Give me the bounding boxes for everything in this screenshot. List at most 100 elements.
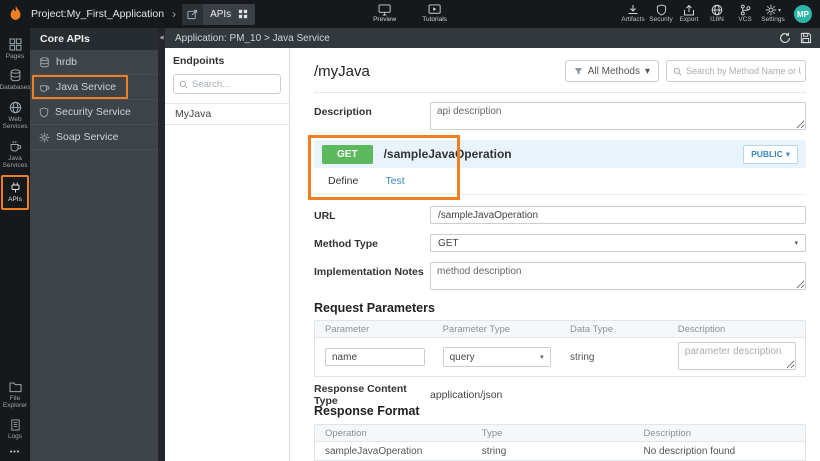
parameter-type-value: query <box>449 351 475 363</box>
user-avatar[interactable]: MP <box>794 5 812 23</box>
request-parameters-table: Parameter Parameter Type Data Type Descr… <box>314 320 806 377</box>
chevron-right-icon: › <box>172 7 177 21</box>
implementation-notes-label: Implementation Notes <box>314 266 424 278</box>
api-description-textarea[interactable]: api description <box>430 102 806 130</box>
preview-button[interactable]: Preview <box>373 4 396 24</box>
document-icon <box>10 419 21 431</box>
core-item-java-service[interactable]: Java Service <box>30 75 158 100</box>
core-apis-panel: Core APIs hrdb Java Service Security Ser… <box>30 28 158 461</box>
project-name[interactable]: Project:My_First_Application <box>31 8 164 20</box>
method-type-label: Method Type <box>314 238 378 250</box>
database-icon <box>9 69 22 82</box>
tab-test[interactable]: Test <box>385 175 404 187</box>
panel-collapse-handle[interactable]: ◀ <box>158 28 165 461</box>
operation-cell: sampleJavaOperation <box>325 445 423 457</box>
search-icon <box>673 67 682 76</box>
more-options-ellipsis-icon[interactable]: ••• <box>10 445 20 459</box>
method-type-select[interactable]: GET ▾ <box>430 234 806 252</box>
breadcrumb: Application: PM_10 > Java Service <box>175 32 330 44</box>
parameter-type-select[interactable]: query ▾ <box>442 347 551 367</box>
settings-button[interactable]: ▾ Settings <box>760 4 786 24</box>
implementation-notes-textarea[interactable]: method description <box>430 262 806 290</box>
export-label: Export <box>679 16 699 24</box>
shield-icon <box>39 106 49 118</box>
sidebar-item-file-explorer[interactable]: File Explorer <box>0 377 30 415</box>
i18n-label: I18N <box>710 16 724 24</box>
core-item-soap-service[interactable]: Soap Service <box>30 125 158 150</box>
response-content-type-label: Response Content Type <box>314 382 407 407</box>
download-tray-icon <box>627 4 639 16</box>
method-search[interactable] <box>666 60 806 82</box>
branch-icon <box>740 4 751 16</box>
endpoints-search-input[interactable] <box>192 78 272 90</box>
header-operation: Operation <box>325 427 367 439</box>
refresh-icon[interactable] <box>779 32 791 44</box>
method-search-input[interactable] <box>686 66 801 76</box>
parameter-description-textarea[interactable] <box>677 341 796 370</box>
settings-label: Settings <box>761 16 785 24</box>
core-item-security-service[interactable]: Security Service <box>30 100 158 125</box>
gear-icon <box>39 132 50 143</box>
header-divider <box>314 92 806 93</box>
core-item-hrdb[interactable]: hrdb <box>30 50 158 75</box>
tutorials-button[interactable]: Tutorials <box>422 4 447 24</box>
sidebar-bottom-group: File Explorer Logs ••• <box>0 377 30 461</box>
endpoint-item-myjava[interactable]: MyJava <box>165 103 289 125</box>
app-logo-flame-icon[interactable] <box>6 4 26 24</box>
type-cell: string <box>481 445 507 457</box>
window-arrow-icon <box>182 3 204 25</box>
sidebar-pages-label: Pages <box>5 53 25 60</box>
save-icon[interactable] <box>800 32 812 44</box>
response-content-type-value: application/json <box>430 388 503 401</box>
caret-down-icon: ▾ <box>540 354 544 361</box>
vcs-label: VCS <box>738 16 752 24</box>
sidebar-item-java-services[interactable]: Java Services <box>0 136 30 175</box>
sidebar-item-apis[interactable]: APIs <box>1 174 29 211</box>
tab-define[interactable]: Define <box>328 175 358 187</box>
table-row: query ▾ string <box>315 338 805 376</box>
description-label: Description <box>314 106 372 118</box>
grid-icon[interactable] <box>238 9 248 19</box>
sidebar-item-pages[interactable]: Pages <box>0 34 30 65</box>
top-bar: Project:My_First_Application › APIs Prev… <box>0 0 820 28</box>
data-type-value: string <box>569 351 595 363</box>
tab-apis[interactable]: APIs <box>182 3 256 25</box>
visibility-dropdown[interactable]: PUBLIC ▾ <box>743 144 798 164</box>
parameter-name-input[interactable] <box>325 348 425 366</box>
sidebar-item-web-services[interactable]: Web Services <box>0 97 30 136</box>
all-methods-filter[interactable]: All Methods ▾ <box>564 60 659 82</box>
api-title: /myJava <box>314 62 370 80</box>
visibility-label: PUBLIC <box>751 149 783 159</box>
artifacts-label: Artifacts <box>621 16 645 24</box>
export-button[interactable]: Export <box>676 4 702 24</box>
response-format-title: Response Format <box>314 404 420 418</box>
core-item-soap-service-label: Soap Service <box>56 131 119 143</box>
table-row: sampleJavaOperation string No descriptio… <box>315 442 805 460</box>
all-methods-label: All Methods <box>587 65 640 77</box>
sidebar-item-logs[interactable]: Logs <box>0 415 30 445</box>
url-input[interactable] <box>430 206 806 224</box>
vcs-button[interactable]: VCS <box>732 4 758 24</box>
settings-caret-icon: ▾ <box>777 7 781 14</box>
api-detail-main: /myJava All Methods ▾ Search by Method N… <box>290 48 820 461</box>
table-header-row: Parameter Parameter Type Data Type Descr… <box>315 321 805 338</box>
search-icon <box>179 80 188 89</box>
sidebar-web-services-label: Web Services <box>2 115 28 131</box>
endpoints-title: Endpoints <box>173 55 225 67</box>
operation-card: GET /sampleJavaOperation PUBLIC ▾ Define… <box>308 135 806 200</box>
i18n-button[interactable]: I18N <box>704 4 730 24</box>
artifacts-button[interactable]: Artifacts <box>620 4 646 24</box>
operation-header: GET /sampleJavaOperation PUBLIC ▾ <box>314 140 806 168</box>
url-label: URL <box>314 210 336 222</box>
funnel-icon <box>574 67 583 76</box>
endpoints-search[interactable] <box>173 74 281 94</box>
caret-down-icon: ▾ <box>644 65 650 77</box>
api-plug-icon <box>9 181 22 194</box>
topbar-tools: Artifacts Security Export I18N VCS ▾ Set… <box>620 4 820 24</box>
http-method-badge[interactable]: GET <box>322 144 373 164</box>
monitor-icon <box>378 4 391 16</box>
security-button[interactable]: Security <box>648 4 674 24</box>
sidebar-java-services-label: Java Services <box>2 154 28 170</box>
topbar-center-actions: Preview Tutorials <box>373 0 447 28</box>
sidebar-item-databases[interactable]: Databases <box>0 65 31 96</box>
